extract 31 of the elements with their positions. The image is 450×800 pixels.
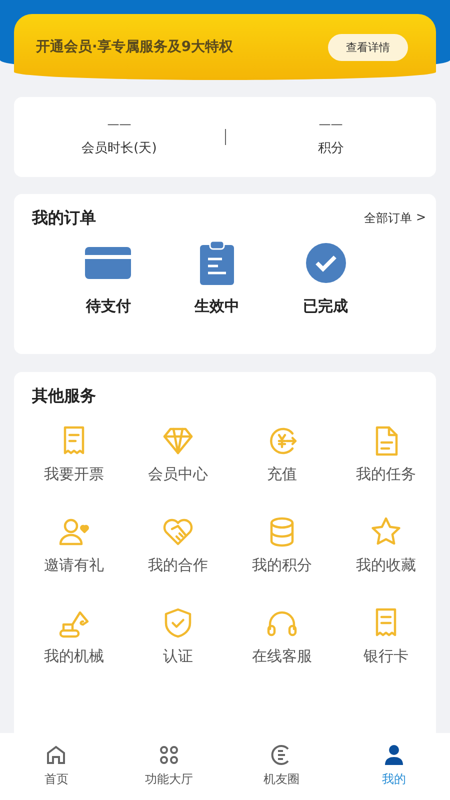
order-status-label[interactable]: 待支付 [86, 297, 131, 316]
card-icon [85, 247, 132, 279]
service-label[interactable]: 我的机械 [44, 647, 104, 666]
tab-item[interactable]: 首页 [0, 733, 112, 800]
service-label[interactable]: 我要开票 [44, 465, 104, 484]
stat-value: —— [107, 117, 132, 131]
all-orders-link[interactable]: 全部订单 > [364, 210, 426, 227]
service-label[interactable]: 充值 [267, 465, 297, 484]
service-label[interactable]: 我的积分 [252, 556, 312, 575]
tab-item[interactable]: 我的 [338, 733, 450, 800]
check-circle-icon [306, 243, 346, 283]
section-title: 其他服务 [32, 386, 96, 407]
stat-label: 会员时长(天) [82, 140, 157, 157]
service-label[interactable]: 我的收藏 [356, 556, 416, 575]
service-label[interactable]: 我的任务 [356, 465, 416, 484]
service-label[interactable]: 邀请有礼 [44, 556, 104, 575]
service-label[interactable]: 我的合作 [148, 556, 208, 575]
tab-item[interactable]: 机友圈 [225, 733, 338, 800]
clipboard-icon [200, 241, 234, 285]
service-label[interactable]: 银行卡 [364, 647, 408, 666]
banner-text: 开通会员·享专属服务及9大特权 [36, 38, 234, 56]
stat-label: 积分 [318, 140, 344, 157]
service-label[interactable]: 在线客服 [252, 647, 312, 666]
section-title: 我的订单 [32, 208, 96, 229]
tab-item[interactable]: 功能大厅 [112, 733, 225, 800]
details-button[interactable]: 查看详情 [328, 34, 408, 60]
stat-value: —— [318, 117, 343, 131]
service-label[interactable]: 会员中心 [148, 465, 208, 484]
service-label[interactable]: 认证 [163, 647, 193, 666]
order-status-label[interactable]: 已完成 [303, 297, 348, 316]
order-status-label[interactable]: 生效中 [194, 297, 240, 316]
